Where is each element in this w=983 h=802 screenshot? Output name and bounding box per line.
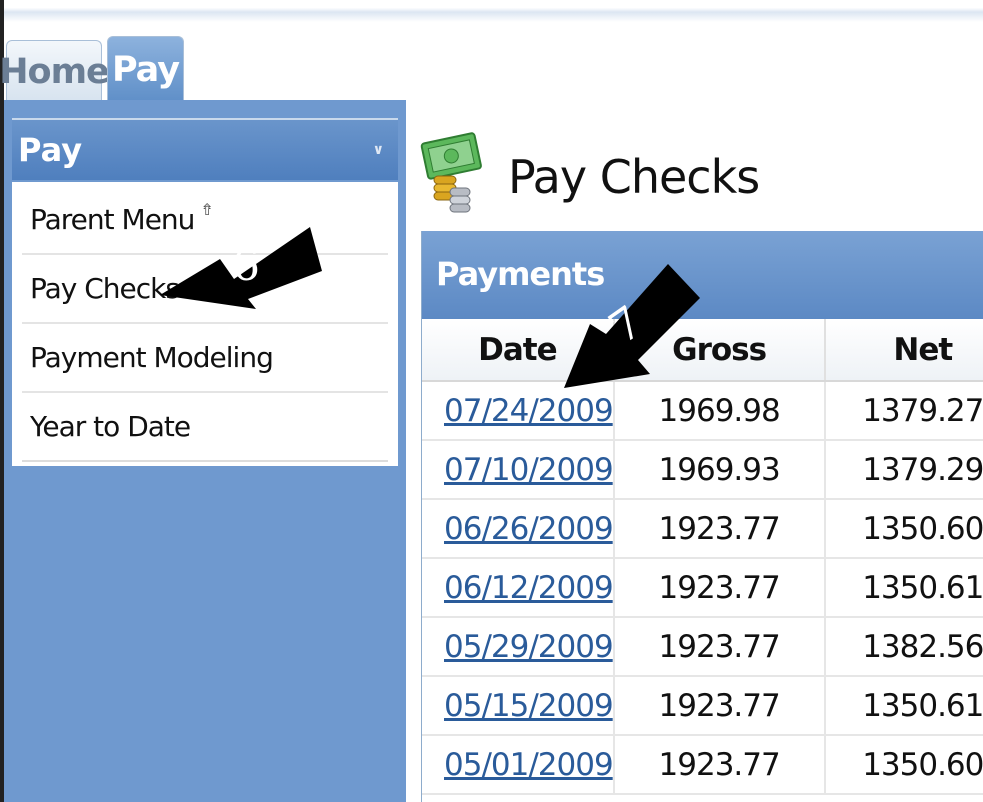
tab-pay[interactable]: Pay bbox=[107, 36, 184, 102]
date-link[interactable]: 05/15/2009 bbox=[444, 688, 614, 724]
sidebar-item-label: Pay Checks bbox=[30, 272, 180, 305]
chevron-down-icon[interactable]: ∨ bbox=[373, 142, 384, 158]
sidebar-item-label: Year to Date bbox=[30, 410, 191, 443]
gross-cell: 1923.77 bbox=[613, 499, 826, 559]
net-cell: 1379.29 bbox=[824, 440, 983, 500]
net-cell: 1350.60 bbox=[824, 499, 983, 559]
sidebar-item-payment-modeling[interactable]: Payment Modeling bbox=[22, 324, 388, 393]
date-cell: 05/15/2009 bbox=[422, 676, 615, 736]
gross-cell: 1969.93 bbox=[613, 440, 826, 500]
table-row: 05/01/2009 1923.77 1350.60 bbox=[422, 735, 983, 795]
gross-cell: 1923.77 bbox=[613, 558, 826, 618]
date-cell: 05/29/2009 bbox=[422, 617, 615, 677]
net-cell: 1350.61 bbox=[824, 558, 983, 618]
net-cell: 1379.27 bbox=[824, 381, 983, 441]
payments-table: Date Gross Net 07/24/2009 1969.98 1379.2… bbox=[422, 319, 983, 795]
payments-panel: Payments Date Gross Net 07/24/2009 1969.… bbox=[421, 231, 983, 802]
top-banner-strip bbox=[0, 0, 983, 22]
date-link[interactable]: 07/24/2009 bbox=[444, 393, 614, 429]
date-cell: 07/10/2009 bbox=[422, 440, 615, 500]
date-link[interactable]: 06/12/2009 bbox=[444, 570, 614, 606]
gross-cell: 1923.77 bbox=[613, 617, 826, 677]
table-row: 07/10/2009 1969.93 1379.29 bbox=[422, 440, 983, 500]
date-cell: 06/12/2009 bbox=[422, 558, 615, 618]
callout-label-6: 6 bbox=[232, 240, 260, 291]
net-cell: 1350.61 bbox=[824, 676, 983, 736]
date-link[interactable]: 05/29/2009 bbox=[444, 629, 614, 665]
net-cell: 1382.56 bbox=[824, 617, 983, 677]
date-link[interactable]: 06/26/2009 bbox=[444, 511, 614, 547]
table-row: 07/24/2009 1969.98 1379.27 bbox=[422, 381, 983, 441]
sidebar-item-year-to-date[interactable]: Year to Date bbox=[22, 393, 388, 462]
table-row: 06/12/2009 1923.77 1350.61 bbox=[422, 558, 983, 618]
table-row: 06/26/2009 1923.77 1350.60 bbox=[422, 499, 983, 559]
column-header-net[interactable]: Net bbox=[824, 319, 983, 382]
tab-home[interactable]: Home bbox=[0, 40, 110, 102]
date-cell: 06/26/2009 bbox=[422, 499, 615, 559]
up-arrow-icon: ⇮ bbox=[200, 200, 213, 219]
net-cell: 1350.60 bbox=[824, 735, 983, 795]
tab-home-label: Home bbox=[0, 51, 110, 92]
sidebar: Pay ∨ Parent Menu ⇮ Pay Checks Payment M… bbox=[4, 100, 406, 802]
table-row: 05/29/2009 1923.77 1382.56 bbox=[422, 617, 983, 677]
sidebar-header-label: Pay bbox=[18, 131, 83, 169]
sidebar-item-label: Payment Modeling bbox=[30, 341, 274, 374]
gross-cell: 1923.77 bbox=[613, 735, 826, 795]
table-header-row: Date Gross Net bbox=[422, 319, 983, 382]
date-cell: 05/01/2009 bbox=[422, 735, 615, 795]
panel-header: Payments bbox=[422, 231, 983, 319]
date-link[interactable]: 07/10/2009 bbox=[444, 452, 614, 488]
table-row: 05/15/2009 1923.77 1350.61 bbox=[422, 676, 983, 736]
money-icon bbox=[420, 132, 482, 213]
page-title: Pay Checks bbox=[508, 150, 760, 204]
sidebar-section-header[interactable]: Pay ∨ bbox=[12, 118, 398, 180]
date-link[interactable]: 05/01/2009 bbox=[444, 747, 614, 783]
gross-cell: 1923.77 bbox=[613, 676, 826, 736]
tab-pay-label: Pay bbox=[111, 49, 180, 90]
